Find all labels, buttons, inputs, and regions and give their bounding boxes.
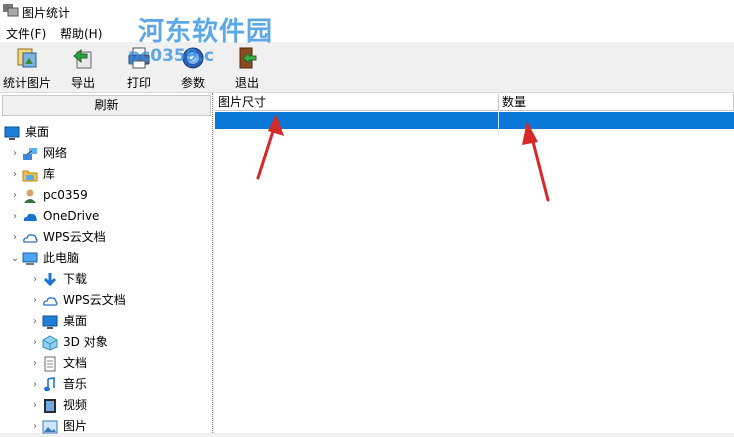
watermark-url: pc0359.c [128, 46, 215, 66]
wps-cloud-icon [23, 234, 38, 243]
collapsed-chevron-icon[interactable]: › [30, 395, 40, 416]
menu-help[interactable]: 帮助(H) [60, 25, 102, 42]
tree-item[interactable]: ⌄ 此电脑 [0, 248, 211, 269]
settings-label: 参数 [180, 76, 205, 90]
collapsed-chevron-icon[interactable]: › [10, 227, 20, 248]
tree-item[interactable]: › 3D 对象 [0, 332, 211, 353]
tree-item[interactable]: › WPS云文档 [0, 227, 211, 248]
tree-item-label: 视频 [63, 398, 88, 412]
tree-item-label: 库 [43, 167, 56, 181]
tree-item-label: WPS云文档 [43, 230, 106, 244]
results-list: 图片尺寸 数量 [214, 93, 734, 433]
tree-item-label: 3D 对象 [63, 335, 108, 349]
tree-item[interactable]: › 下载 [0, 269, 211, 290]
tree-item[interactable]: › OneDrive [0, 206, 211, 227]
video-icon [44, 399, 56, 413]
expanded-chevron-icon[interactable]: ⌄ [10, 248, 20, 269]
collapsed-chevron-icon[interactable]: › [10, 143, 20, 164]
library-icon [22, 170, 38, 182]
music-icon [44, 377, 55, 392]
column-header-image-size[interactable]: 图片尺寸 [215, 94, 499, 111]
tree-item-label: OneDrive [43, 209, 100, 223]
tree-item-label: 桌面 [63, 314, 88, 328]
export-label: 导出 [70, 76, 95, 90]
folder-pane: 刷新 桌面 › 网络 › 库 › pc0359 › OneDrive › WPS云文档 ⌄ 此电脑 › 下载… [0, 93, 213, 434]
watermark-text: 河东软件园 [138, 17, 274, 47]
network-icon [23, 148, 37, 160]
count-images-icon [17, 48, 37, 68]
title-bar: 图片统计 [0, 0, 734, 22]
export-icon [73, 48, 92, 69]
count-images-label: 统计图片 [2, 76, 51, 90]
wps-cloud-icon [43, 297, 58, 306]
tree-item[interactable]: › 音乐 [0, 374, 211, 395]
documents-icon [44, 356, 56, 372]
tree-item[interactable]: › 图片 [0, 416, 211, 437]
desktop-icon [4, 126, 20, 140]
exit-label: 退出 [234, 76, 259, 90]
toolbar: 统计图片 导出 打印 参数 退出 [0, 42, 734, 93]
tree-item[interactable]: › 文档 [0, 353, 211, 374]
tree-item-label: 下载 [63, 272, 88, 286]
folder-tree: 桌面 › 网络 › 库 › pc0359 › OneDrive › WPS云文档 ⌄ 此电脑 › 下载 › WP… [0, 122, 211, 437]
tree-item-label: 文档 [63, 356, 88, 370]
tree-item[interactable]: › WPS云文档 [0, 290, 211, 311]
collapsed-chevron-icon[interactable]: › [30, 311, 40, 332]
tree-item[interactable]: › 库 [0, 164, 211, 185]
window-title: 图片统计 [22, 6, 71, 20]
tree-item-label: WPS云文档 [63, 293, 126, 307]
desktop-icon [42, 315, 58, 329]
tree-item[interactable]: › 视频 [0, 395, 211, 416]
refresh-button[interactable]: 刷新 [2, 95, 211, 116]
user-icon [24, 189, 36, 203]
tree-item-label: 图片 [63, 419, 88, 433]
collapsed-chevron-icon[interactable]: › [30, 353, 40, 374]
collapsed-chevron-icon[interactable]: › [30, 416, 40, 437]
tree-item-label: 桌面 [25, 125, 50, 139]
exit-icon [239, 47, 257, 69]
menu-file[interactable]: 文件(F) [6, 25, 46, 42]
menu-bar: 文件(F) 帮助(H) [0, 22, 734, 42]
collapsed-chevron-icon[interactable]: › [10, 164, 20, 185]
collapsed-chevron-icon[interactable]: › [30, 269, 40, 290]
collapsed-chevron-icon[interactable]: › [30, 290, 40, 311]
column-header-count[interactable]: 数量 [499, 94, 734, 111]
collapsed-chevron-icon[interactable]: › [30, 374, 40, 395]
this-pc-icon [22, 252, 38, 265]
3d-objects-icon [42, 335, 58, 351]
exit-button[interactable]: 退出 [230, 46, 264, 90]
onedrive-icon [23, 213, 37, 221]
app-icon [3, 4, 19, 17]
tree-item-label: pc0359 [43, 188, 88, 202]
tree-item[interactable]: › 网络 [0, 143, 211, 164]
collapsed-chevron-icon[interactable]: › [30, 332, 40, 353]
tree-item-label: 此电脑 [43, 251, 80, 265]
tree-item[interactable]: › pc0359 [0, 185, 211, 206]
collapsed-chevron-icon[interactable]: › [10, 206, 20, 227]
tree-item[interactable]: 桌面 [0, 122, 211, 143]
tree-item-label: 网络 [43, 146, 68, 160]
download-icon [43, 273, 57, 287]
row-column-divider [498, 112, 499, 129]
tree-item-label: 音乐 [63, 377, 88, 391]
tree-item[interactable]: › 桌面 [0, 311, 211, 332]
count-images-button[interactable]: 统计图片 [2, 46, 52, 90]
export-button[interactable]: 导出 [66, 46, 100, 90]
table-row-selected[interactable] [215, 112, 734, 129]
print-label: 打印 [126, 76, 151, 90]
collapsed-chevron-icon[interactable]: › [10, 185, 20, 206]
